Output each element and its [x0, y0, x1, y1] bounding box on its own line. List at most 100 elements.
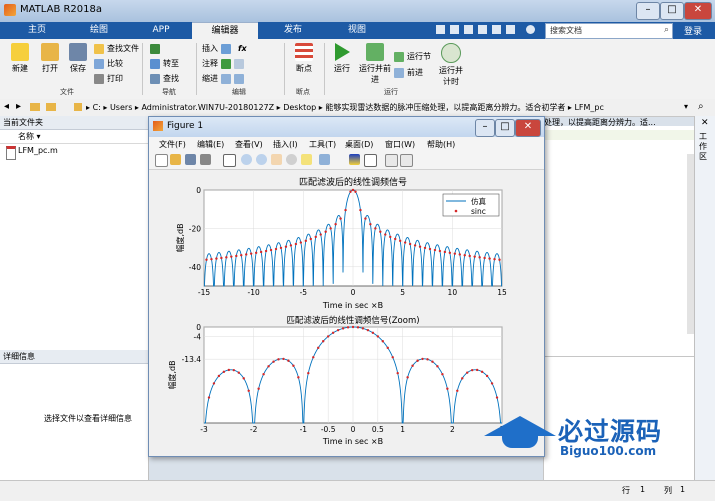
plot2-axes[interactable]: 匹配滤波后的线性调频信号(Zoom) Time in sec ×B 幅度,dB …: [167, 315, 505, 446]
save-figure-icon[interactable]: [185, 154, 196, 165]
quick-copy-icon[interactable]: [464, 25, 473, 34]
open-file-icon[interactable]: [170, 154, 181, 165]
run-and-time-label: 运行并计时: [439, 66, 463, 86]
x-tick-label: 0.5: [372, 425, 384, 434]
hide-plot-tools-icon[interactable]: [385, 154, 398, 167]
show-plot-tools-icon[interactable]: [400, 154, 413, 167]
run-section-button[interactable]: 运行节: [394, 51, 431, 63]
find-button[interactable]: 查找: [150, 73, 179, 85]
run-and-time-button[interactable]: 运行并计时: [436, 43, 466, 87]
menu-view[interactable]: 查看(V): [235, 139, 263, 150]
new-figure-icon[interactable]: [155, 154, 168, 167]
tab-publish[interactable]: 发布: [260, 22, 326, 39]
quick-save-icon[interactable]: [436, 25, 445, 34]
menu-window[interactable]: 窗口(W): [385, 139, 415, 150]
colorbar-icon[interactable]: [349, 154, 360, 165]
forward-arrow-icon[interactable]: ▸: [16, 101, 21, 112]
open-label: 打开: [42, 64, 58, 73]
path-dropdown-icon[interactable]: ▾: [684, 102, 688, 111]
file-list-header[interactable]: 名称 ▾: [0, 130, 148, 144]
print-button[interactable]: 打印: [94, 73, 123, 85]
comment-button[interactable]: 注释: [202, 58, 247, 70]
run-advance-button[interactable]: 运行并前进: [358, 43, 392, 85]
back-arrow-icon[interactable]: ◂: [4, 101, 9, 112]
advance-button[interactable]: 前进: [394, 67, 423, 79]
save-button[interactable]: 保存: [64, 43, 92, 74]
zoom-in-icon[interactable]: [241, 154, 252, 165]
new-button[interactable]: 新建: [6, 43, 34, 74]
menu-help[interactable]: 帮助(H): [427, 139, 455, 150]
brush-icon[interactable]: [319, 154, 330, 165]
close-button[interactable]: ✕: [684, 2, 712, 20]
zoom-out-icon[interactable]: [256, 154, 267, 165]
goto-back-button[interactable]: [150, 43, 163, 55]
sinc-point: [272, 360, 275, 363]
up-folder-icon[interactable]: [30, 103, 40, 111]
goto-button[interactable]: 转至: [150, 58, 179, 70]
tab-editor[interactable]: 编辑器: [192, 22, 258, 40]
tab-apps[interactable]: APP: [128, 22, 194, 39]
login-link[interactable]: 登录: [684, 24, 702, 37]
workspace-close-icon[interactable]: ✕: [701, 118, 709, 128]
tab-view[interactable]: 视图: [324, 22, 390, 39]
pan-hand-icon[interactable]: [271, 154, 282, 165]
path-search-icon[interactable]: ⌕: [698, 101, 704, 112]
menu-tools[interactable]: 工具(T): [309, 139, 336, 150]
sinc-point: [267, 365, 270, 368]
insert-button[interactable]: 插入 fx: [202, 43, 247, 55]
breadcrumb-users[interactable]: Users: [110, 103, 132, 112]
breadcrumb-desktop[interactable]: Desktop: [283, 103, 316, 112]
sinc-point: [317, 346, 320, 350]
sinc-point: [384, 233, 387, 236]
search-input[interactable]: 搜索文档 ⌕: [545, 23, 673, 39]
quick-paste-icon[interactable]: [478, 25, 487, 34]
workspace-label[interactable]: 工作区: [699, 132, 709, 162]
breakpoints-button[interactable]: 断点: [290, 43, 318, 74]
find-files-button[interactable]: 查找文件: [94, 43, 139, 55]
figure-menubar: 文件(F) 编辑(E) 查看(V) 插入(I) 工具(T) 桌面(D) 窗口(W…: [149, 137, 544, 151]
menu-file[interactable]: 文件(F): [159, 139, 186, 150]
breadcrumb-drive[interactable]: C:: [93, 103, 101, 112]
figure-minimize-button[interactable]: –: [475, 119, 495, 137]
sinc-point: [433, 248, 437, 252]
path-breadcrumb[interactable]: ▸ C: ▸ Users ▸ Administrator.WIN7U-20180…: [86, 102, 604, 113]
indent-button[interactable]: 缩进: [202, 73, 247, 85]
figure-titlebar: Figure 1 – □ ✕: [149, 117, 544, 137]
quick-undo-icon[interactable]: [492, 25, 501, 34]
status-col-label: 列: [664, 486, 672, 495]
plot1-axes[interactable]: 匹配滤波后的线性调频信号 Time in sec ×B 幅度,dB -15 -10…: [175, 176, 507, 310]
maximize-button[interactable]: □: [660, 2, 684, 20]
plot1-legend[interactable]: 仿真 sinc: [442, 193, 500, 217]
pointer-icon[interactable]: [223, 154, 236, 167]
breadcrumb-project[interactable]: 能够实现雷达数据的脉冲压缩处理，以提高距离分辨力。适合初学者: [325, 103, 565, 112]
run-button[interactable]: 运行: [328, 43, 356, 74]
breadcrumb-admin[interactable]: Administrator.WIN7U-20180127Z: [141, 103, 274, 112]
plot1-title: 匹配滤波后的线性调频信号: [299, 176, 407, 188]
file-item[interactable]: LFM_pc.m: [0, 144, 148, 160]
legend-icon[interactable]: [364, 154, 377, 167]
figure-close-button[interactable]: ✕: [515, 119, 541, 137]
compare-button[interactable]: 比较: [94, 58, 123, 70]
tab-home[interactable]: 主页: [4, 22, 70, 39]
data-cursor-icon[interactable]: [301, 154, 312, 165]
advance-label: 前进: [407, 68, 423, 77]
figure-maximize-button[interactable]: □: [495, 119, 515, 137]
sinc-point: [230, 255, 233, 258]
quick-cut-icon[interactable]: [450, 25, 459, 34]
sinc-point: [418, 245, 422, 248]
print-figure-icon[interactable]: [200, 154, 211, 165]
tab-plots[interactable]: 绘图: [66, 22, 132, 39]
minimize-button[interactable]: –: [636, 2, 660, 20]
sinc-point: [254, 251, 258, 255]
quick-redo-icon[interactable]: [506, 25, 515, 34]
sinc-point: [386, 346, 389, 350]
rotate-3d-icon[interactable]: [286, 154, 297, 165]
open-button[interactable]: 打开: [36, 43, 64, 74]
menu-edit[interactable]: 编辑(E): [197, 139, 224, 150]
ribbon-separator: [284, 43, 285, 95]
breadcrumb-lfm[interactable]: LFM_pc: [574, 103, 603, 112]
quick-help-icon[interactable]: [526, 25, 535, 34]
menu-insert[interactable]: 插入(I): [273, 139, 298, 150]
browse-folder-icon[interactable]: [46, 103, 56, 111]
menu-desktop[interactable]: 桌面(D): [345, 139, 373, 150]
